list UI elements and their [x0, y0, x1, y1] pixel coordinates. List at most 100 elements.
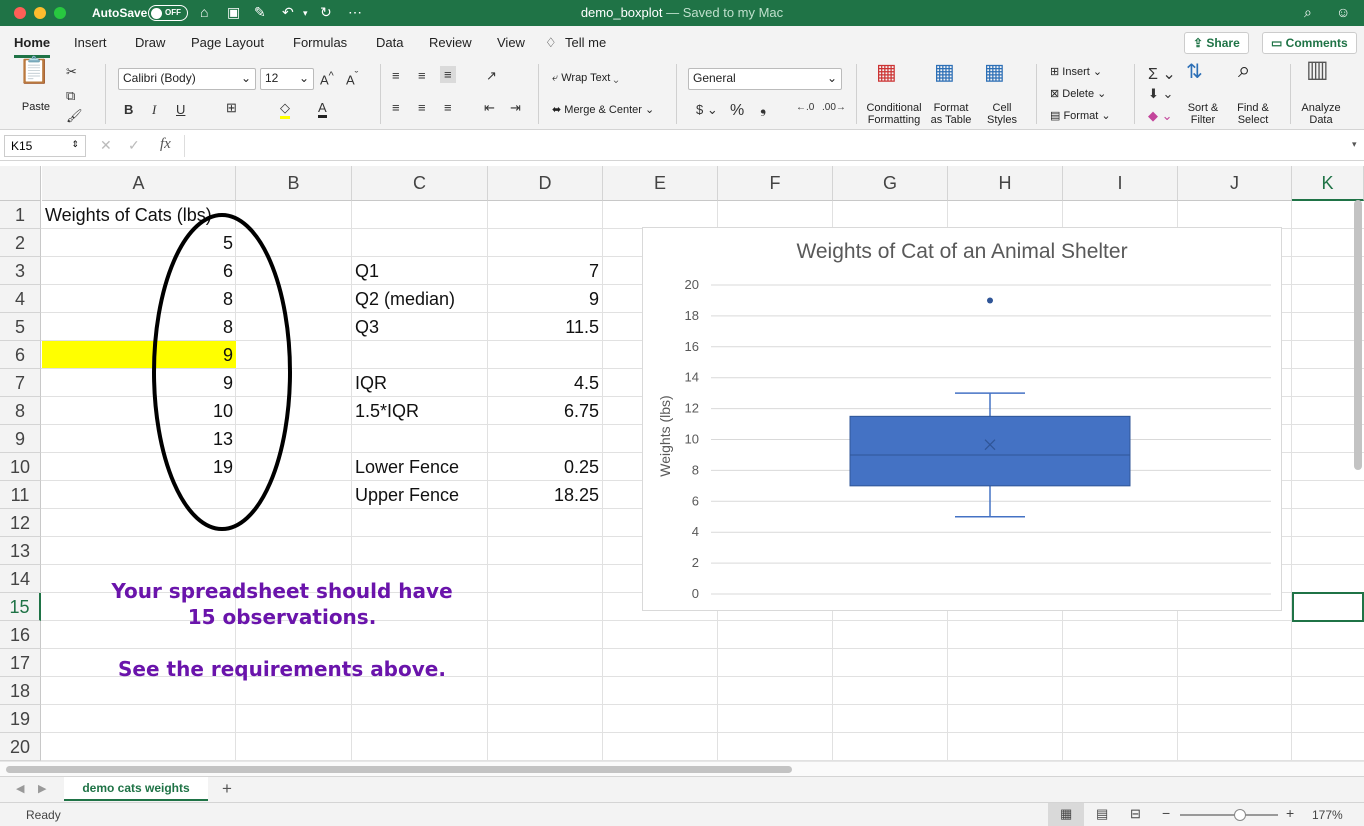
name-box[interactable]: K15 ⇕: [4, 135, 86, 157]
decrease-indent-icon[interactable]: ⇤: [484, 100, 495, 116]
cell-c8[interactable]: 1.5*IQR: [355, 397, 419, 425]
conditional-formatting-button[interactable]: Conditional Formatting: [864, 102, 924, 126]
cell-c4[interactable]: Q2 (median): [355, 285, 455, 313]
italic-button[interactable]: I: [152, 102, 156, 118]
column-header-g[interactable]: G: [833, 166, 948, 201]
search-icon[interactable]: ⌕: [1304, 4, 1312, 21]
align-center-icon[interactable]: ≡: [418, 100, 426, 115]
percent-icon[interactable]: %: [730, 102, 744, 120]
column-header-a[interactable]: A: [42, 166, 236, 201]
merge-center-button[interactable]: ⬌ Merge & Center ⌄: [552, 104, 654, 116]
wrap-text-button[interactable]: ⤶ Wrap Text ⌄: [552, 72, 619, 84]
underline-button[interactable]: U: [176, 102, 185, 117]
share-button[interactable]: ⇪ Share: [1184, 32, 1249, 54]
row-header-6[interactable]: 6: [0, 341, 41, 369]
enter-icon[interactable]: ✓: [128, 137, 140, 154]
align-right-icon[interactable]: ≡: [444, 100, 452, 115]
cell-c5[interactable]: Q3: [355, 313, 379, 341]
increase-font-icon[interactable]: A^: [320, 70, 334, 87]
paste-icon[interactable]: 📋: [18, 57, 50, 83]
row-header-16[interactable]: 16: [0, 621, 41, 649]
cell-c3[interactable]: Q1: [355, 257, 379, 285]
tell-me-search[interactable]: Tell me: [565, 35, 606, 50]
zoom-out-button[interactable]: −: [1162, 805, 1170, 821]
cut-icon[interactable]: ✂: [66, 64, 77, 80]
cell-d10[interactable]: 0.25: [488, 453, 599, 481]
tab-data[interactable]: Data: [376, 35, 403, 50]
row-header-9[interactable]: 9: [0, 425, 41, 453]
zoom-level[interactable]: 177%: [1312, 808, 1343, 822]
row-header-2[interactable]: 2: [0, 229, 41, 257]
paste-button[interactable]: Paste: [20, 101, 52, 113]
format-as-table-icon[interactable]: ▦: [934, 61, 955, 83]
orientation-icon[interactable]: ↗: [486, 68, 497, 84]
instruction-note[interactable]: Your spreadsheet should have 15 observat…: [60, 579, 504, 681]
increase-decimal-icon[interactable]: ←.0: [796, 102, 814, 113]
column-header-h[interactable]: H: [948, 166, 1063, 201]
zoom-in-button[interactable]: +: [1286, 805, 1294, 821]
tab-draw[interactable]: Draw: [135, 35, 165, 50]
zoom-slider-thumb[interactable]: [1234, 809, 1246, 821]
format-as-table-button[interactable]: Format as Table: [928, 102, 974, 126]
column-header-j[interactable]: J: [1178, 166, 1292, 201]
boxplot-chart[interactable]: Weights of Cat of an Animal Shelter Weig…: [642, 227, 1282, 611]
row-header-3[interactable]: 3: [0, 257, 41, 285]
cell-c7[interactable]: IQR: [355, 369, 387, 397]
prev-sheet-icon[interactable]: ◀: [16, 782, 24, 795]
horizontal-scrollbar[interactable]: [0, 761, 1364, 776]
font-color-icon[interactable]: A: [318, 100, 327, 118]
cell-styles-button[interactable]: Cell Styles: [982, 102, 1022, 126]
clear-icon[interactable]: ◆ ⌄: [1148, 108, 1173, 124]
copy-icon[interactable]: ⧉: [66, 88, 75, 104]
horizontal-scroll-thumb[interactable]: [6, 766, 792, 773]
increase-indent-icon[interactable]: ⇥: [510, 100, 521, 116]
column-header-i[interactable]: I: [1063, 166, 1178, 201]
selected-cell-k15[interactable]: [1292, 592, 1364, 622]
cell-d8[interactable]: 6.75: [488, 397, 599, 425]
column-header-b[interactable]: B: [236, 166, 352, 201]
row-header-1[interactable]: 1: [0, 201, 41, 229]
row-header-10[interactable]: 10: [0, 453, 41, 481]
add-sheet-button[interactable]: +: [222, 779, 232, 799]
insert-function-button[interactable]: fx: [160, 136, 171, 153]
page-layout-view-icon[interactable]: ▤: [1096, 806, 1108, 822]
tab-review[interactable]: Review: [429, 35, 472, 50]
font-name-select[interactable]: Calibri (Body) ⌄: [118, 68, 256, 90]
align-bottom-icon[interactable]: ≡: [440, 66, 456, 83]
sheet-tab-demo-cats-weights[interactable]: demo cats weights: [64, 777, 208, 801]
select-all-corner[interactable]: [0, 166, 41, 201]
formula-input[interactable]: [184, 135, 1354, 157]
borders-icon[interactable]: ⊞: [226, 100, 237, 116]
ellipse-annotation[interactable]: [150, 211, 296, 533]
delete-cells-button[interactable]: ⊠ Delete ⌄: [1050, 88, 1106, 100]
cell-d11[interactable]: 18.25: [488, 481, 599, 509]
cell-d7[interactable]: 4.5: [488, 369, 599, 397]
comma-icon[interactable]: ❟: [760, 100, 766, 118]
tab-insert[interactable]: Insert: [74, 35, 107, 50]
row-header-8[interactable]: 8: [0, 397, 41, 425]
fill-icon[interactable]: ⬇ ⌄: [1148, 86, 1173, 102]
row-header-19[interactable]: 19: [0, 705, 41, 733]
row-header-18[interactable]: 18: [0, 677, 41, 705]
find-select-button[interactable]: Find & Select: [1232, 102, 1274, 126]
cell-d5[interactable]: 11.5: [488, 313, 599, 341]
row-header-13[interactable]: 13: [0, 537, 41, 565]
align-top-icon[interactable]: ≡: [392, 68, 400, 83]
cell-d4[interactable]: 9: [488, 285, 599, 313]
bold-button[interactable]: B: [124, 102, 133, 117]
decrease-font-icon[interactable]: Aˇ: [346, 70, 358, 87]
analyze-data-icon[interactable]: ▥: [1306, 58, 1329, 82]
fill-color-icon[interactable]: ◇: [280, 100, 290, 119]
number-format-select[interactable]: General ⌄: [688, 68, 842, 90]
row-header-5[interactable]: 5: [0, 313, 41, 341]
cell-c11[interactable]: Upper Fence: [355, 481, 459, 509]
autosum-icon[interactable]: Σ ⌄: [1148, 64, 1176, 84]
conditional-formatting-icon[interactable]: ▦: [876, 61, 897, 83]
align-middle-icon[interactable]: ≡: [418, 68, 426, 83]
cell-d3[interactable]: 7: [488, 257, 599, 285]
find-select-icon[interactable]: ⌕: [1238, 59, 1250, 81]
font-size-select[interactable]: 12 ⌄: [260, 68, 314, 90]
tab-view[interactable]: View: [497, 35, 525, 50]
cell-styles-icon[interactable]: ▦: [984, 61, 1005, 83]
insert-cells-button[interactable]: ⊞ Insert ⌄: [1050, 66, 1102, 78]
